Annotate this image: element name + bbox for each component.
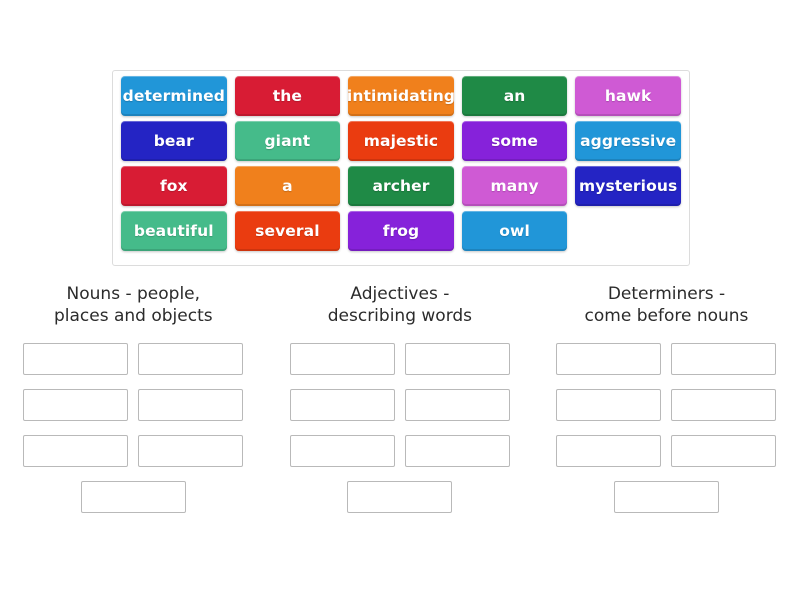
word-bank-panel: determined the intimidating an hawk bear… (112, 70, 690, 266)
drop-slot[interactable] (556, 343, 662, 375)
drop-slot[interactable] (556, 389, 662, 421)
drop-slot[interactable] (23, 435, 129, 467)
drop-slot[interactable] (347, 481, 453, 513)
word-bank-row: determined the intimidating an hawk (117, 76, 685, 121)
category-title-line2: describing words (327, 306, 473, 326)
drop-slot[interactable] (23, 343, 129, 375)
drop-slot[interactable] (404, 435, 510, 467)
word-tile[interactable]: several (234, 211, 341, 251)
word-tile[interactable]: frog (348, 211, 454, 251)
category-title-determiners: Determiners - come before nouns (585, 283, 749, 327)
word-bank-row: beautiful several frog owl (117, 211, 685, 256)
drop-slots-adjectives (280, 343, 520, 513)
word-tile[interactable]: beautiful (121, 211, 227, 251)
category-title-nouns: Nouns - people, places and objects (54, 283, 213, 327)
word-tile[interactable]: some (461, 121, 568, 161)
word-bank-row: bear giant majestic some aggressive (117, 121, 685, 166)
word-tile[interactable]: many (461, 166, 568, 206)
word-tile[interactable]: fox (121, 166, 227, 206)
category-title-line2: come before nouns (584, 306, 749, 326)
drop-slot[interactable] (289, 389, 395, 421)
word-tile[interactable]: majestic (348, 121, 454, 161)
drop-slot[interactable] (613, 481, 719, 513)
category-column-adjectives: Adjectives - describing words (267, 283, 534, 513)
word-tile-placeholder (575, 211, 681, 251)
drop-slots-nouns (13, 343, 253, 513)
drop-slot[interactable] (671, 389, 777, 421)
word-tile[interactable]: giant (234, 121, 341, 161)
word-bank-row: fox a archer many mysterious (117, 166, 685, 211)
word-tile[interactable]: bear (121, 121, 227, 161)
drop-slot[interactable] (138, 389, 244, 421)
word-tile[interactable]: the (234, 76, 341, 116)
word-tile[interactable]: a (234, 166, 341, 206)
category-title-adjectives: Adjectives - describing words (328, 283, 472, 327)
word-tile[interactable]: an (461, 76, 568, 116)
drop-slot[interactable] (671, 343, 777, 375)
drop-slot[interactable] (138, 343, 244, 375)
category-column-nouns: Nouns - people, places and objects (0, 283, 267, 513)
drop-slot[interactable] (404, 343, 510, 375)
drop-slot[interactable] (23, 389, 129, 421)
drop-slot[interactable] (289, 343, 395, 375)
drop-slot[interactable] (671, 435, 777, 467)
category-title-line1: Nouns - people, (66, 284, 201, 304)
drop-slots-determiners (546, 343, 786, 513)
word-tile[interactable]: mysterious (575, 166, 681, 206)
drop-slot[interactable] (80, 481, 186, 513)
word-tile[interactable]: determined (121, 76, 227, 116)
word-tile[interactable]: hawk (575, 76, 681, 116)
word-tile[interactable]: owl (461, 211, 568, 251)
word-tile[interactable]: archer (348, 166, 454, 206)
category-title-line1: Determiners - (607, 284, 726, 304)
drop-slot[interactable] (289, 435, 395, 467)
category-title-line2: places and objects (53, 306, 213, 326)
category-title-line1: Adjectives - (350, 284, 450, 304)
word-tile[interactable]: aggressive (575, 121, 681, 161)
category-columns: Nouns - people, places and objects Adjec… (0, 283, 800, 513)
drop-slot[interactable] (404, 389, 510, 421)
category-column-determiners: Determiners - come before nouns (533, 283, 800, 513)
drop-slot[interactable] (138, 435, 244, 467)
activity-stage: determined the intimidating an hawk bear… (0, 0, 800, 600)
word-tile[interactable]: intimidating (348, 76, 454, 116)
drop-slot[interactable] (556, 435, 662, 467)
